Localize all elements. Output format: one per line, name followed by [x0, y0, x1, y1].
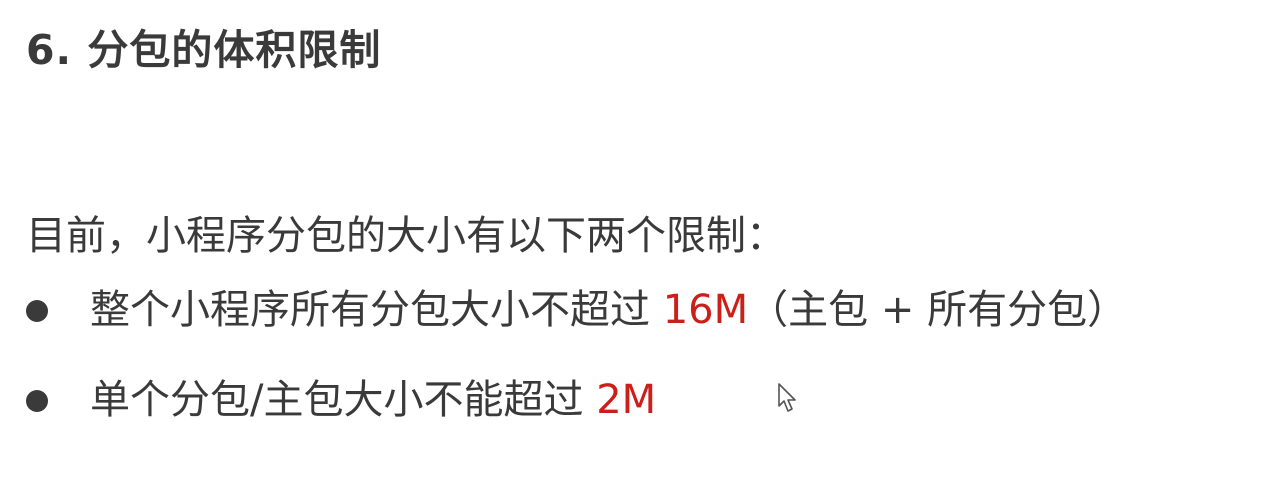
bullet-dot-icon [26, 390, 48, 412]
document-page: 6. 分包的体积限制 目前，小程序分包的大小有以下两个限制： 整个小程序所有分包… [0, 0, 1267, 489]
list-item: 整个小程序所有分包大小不超过 16M（主包 + 所有分包） [26, 290, 1127, 330]
list-item-note: （主包 + 所有分包） [748, 287, 1128, 333]
list-item-text: 整个小程序所有分包大小不超过 [90, 287, 663, 333]
limit-list: 整个小程序所有分包大小不超过 16M（主包 + 所有分包） 单个分包/主包大小不… [26, 290, 1127, 470]
bullet-dot-icon [26, 300, 48, 322]
mouse-pointer-icon [778, 383, 796, 412]
page-title: 6. 分包的体积限制 [26, 26, 382, 74]
size-limit-highlight: 16M [662, 287, 749, 333]
intro-text: 目前，小程序分包的大小有以下两个限制： [26, 213, 786, 259]
list-item-text: 单个分包/主包大小不能超过 [90, 377, 597, 423]
list-item: 单个分包/主包大小不能超过 2M [26, 380, 1127, 420]
size-limit-highlight: 2M [596, 377, 657, 423]
